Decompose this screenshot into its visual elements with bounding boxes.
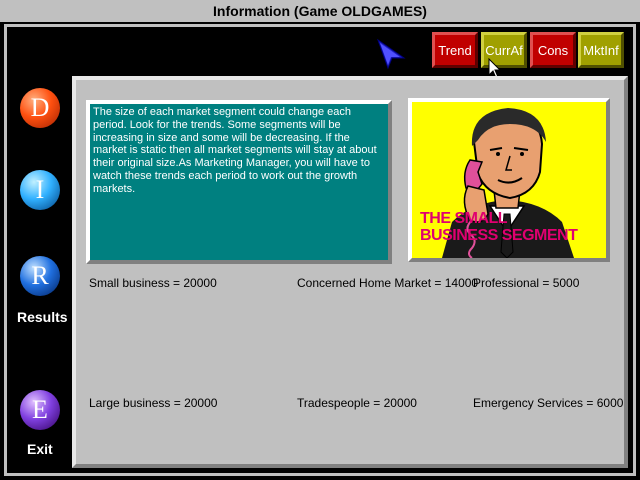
results-button-letter: R — [31, 261, 49, 290]
emergency-services-value: Emergency Services = 6000 — [473, 396, 624, 410]
exit-label: Exit — [27, 441, 53, 457]
app-window: Information (Game OLDGAMES) Trend CurrAf… — [0, 0, 640, 480]
exit-button[interactable]: E — [20, 390, 60, 430]
results-button[interactable]: R — [20, 256, 60, 296]
exit-button-letter: E — [32, 395, 48, 424]
small-business-value: Small business = 20000 — [89, 276, 217, 290]
large-business-value: Large business = 20000 — [89, 396, 218, 410]
mktinf-button[interactable]: MktInf — [578, 32, 624, 68]
image-caption-line2: BUSINESS SEGMENT — [420, 227, 578, 244]
i-button[interactable]: I — [20, 170, 60, 210]
info-text: The size of each market segment could ch… — [93, 106, 377, 195]
cons-button[interactable]: Cons — [530, 32, 576, 68]
d-button-letter: D — [30, 93, 50, 122]
trend-button[interactable]: Trend — [432, 32, 478, 68]
d-button[interactable]: D — [20, 88, 60, 128]
pointer-cursor-icon — [377, 38, 406, 70]
results-label: Results — [17, 309, 68, 325]
tradespeople-value: Tradespeople = 20000 — [297, 396, 417, 410]
concerned-home-value: Concerned Home Market = 14000 — [297, 276, 479, 290]
image-caption-line1: THE SMALL — [420, 210, 508, 227]
image-caption: THE SMALL BUSINESS SEGMENT — [420, 210, 578, 244]
segment-image: THE SMALL BUSINESS SEGMENT — [408, 98, 610, 262]
title-bar: Information (Game OLDGAMES) — [0, 0, 640, 24]
window-title: Information (Game OLDGAMES) — [213, 3, 427, 19]
info-text-box: The size of each market segment could ch… — [86, 100, 392, 264]
professional-value: Professional = 5000 — [473, 276, 580, 290]
i-button-letter: I — [35, 175, 45, 204]
